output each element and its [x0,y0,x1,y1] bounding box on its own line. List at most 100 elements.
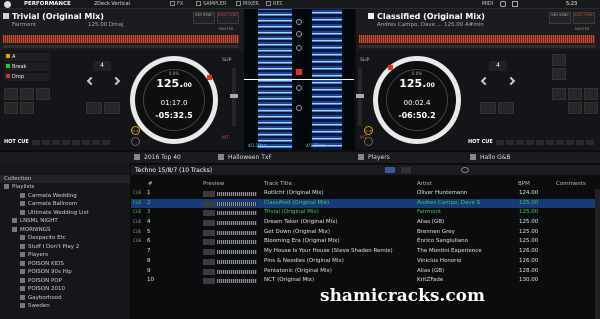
beat-jump-back-button[interactable] [4,102,18,114]
preview-waveform[interactable] [217,221,257,226]
loop-out-button[interactable] [568,88,582,100]
reloop-button[interactable] [584,88,598,100]
tree-item[interactable]: Gayborhood [0,294,130,303]
chevron-right-icon[interactable] [111,76,121,86]
grid-adjust-icon[interactable] [296,45,302,51]
table-row[interactable]: CUE 5 Get Down (Original Mix) Brennen Grey 1… [131,228,596,238]
master-tempo[interactable]: MT [222,136,229,141]
col-bpm[interactable]: BPM [518,181,530,187]
track-preview[interactable] [203,210,215,217]
col-num[interactable]: # [148,181,153,187]
tree-item[interactable]: POISON POP [0,277,130,286]
waveform-link-icon[interactable] [296,105,302,111]
scrollbar[interactable] [595,189,600,319]
loop-in-button[interactable] [4,88,18,100]
preview-waveform[interactable] [217,279,257,284]
hotcue-slot[interactable] [552,54,566,66]
col-title[interactable]: Track Title [264,181,292,187]
table-row[interactable]: CUE 1 Rotlicht (Original Mix) Oliver Huntem… [131,189,596,199]
tree-item[interactable]: POISON 2010 [0,285,130,294]
loop-in-button[interactable] [552,88,566,100]
tree-item[interactable]: MORNINGS [0,226,130,235]
sampler-checkbox[interactable]: SAMPLER [196,1,226,7]
hot-cue-pads[interactable] [496,140,596,145]
track-preview[interactable] [203,191,215,197]
deck-right-master[interactable]: MASTER [575,27,589,31]
tree-item[interactable]: Stuff I Don't Play 2 [0,243,130,252]
hot-cue-pads[interactable] [32,140,112,145]
settings-gear-icon[interactable] [500,1,506,7]
play-button[interactable] [131,137,140,146]
tree-item[interactable]: Sweden [0,302,130,311]
layout-selector[interactable]: 2Deck Vertical [94,1,130,7]
list-view-icon[interactable] [385,167,395,173]
cue-button[interactable]: CUE [131,126,140,135]
slip-button[interactable]: SLIP [222,58,231,63]
deck-right-overview-waveform[interactable] [359,35,595,43]
tempo-fader[interactable] [356,68,364,126]
hotcue-c[interactable]: Drop [4,73,50,81]
loop-size[interactable]: 4 [489,61,507,71]
preview-waveform[interactable] [217,230,257,235]
hotcue-slot[interactable] [552,68,566,80]
grid-icon[interactable] [512,1,518,7]
preview-waveform[interactable] [217,269,257,274]
deck-right-progress[interactable] [359,45,595,48]
deck-left-overview-waveform[interactable] [3,35,239,43]
search-icon[interactable] [461,167,469,173]
fx-checkbox[interactable]: FX [170,1,183,7]
table-row[interactable]: CUE 4 Dream Taker (Original Mix) Alias (GB)… [131,218,596,228]
track-preview[interactable] [203,268,215,275]
tree-item[interactable]: POISON KIDS [0,260,130,269]
tab-hallo-gb[interactable]: Hallo G&B [480,154,511,161]
slip-button[interactable]: SLIP [360,58,369,63]
table-row[interactable]: CUE 6 Blooming Era (Original Mix) Enrico Sa… [131,237,596,247]
track-preview[interactable] [203,229,215,236]
tab-players[interactable]: Players [368,154,390,161]
preview-waveform[interactable] [217,240,257,245]
jog-wheel[interactable]: 0.0% 125.00 01:17.0 -05:32.5 [130,56,218,144]
table-row[interactable]: CUE 2 Classified (Original Mix) Andres Camp… [131,198,596,209]
deck-left-master[interactable]: MASTER [219,27,233,31]
track-preview[interactable] [203,200,215,207]
table-row[interactable]: 7 My House Is Your House (Steve Shaden Re… [131,247,596,257]
table-row[interactable]: 10 NCT (Original Mix) KritZFade 130.00 [131,276,596,286]
preview-waveform[interactable] [217,211,257,216]
track-preview[interactable] [203,239,215,246]
chevron-left-icon[interactable] [86,76,96,86]
loop-double-button[interactable] [498,102,514,114]
table-row[interactable]: CUE 3 Trivial (Original Mix) Fairmont 125.00 [131,208,596,218]
detail-view-icon[interactable] [401,167,411,173]
tree-item[interactable]: Carmela Ballroom [0,200,130,209]
deck-right-beat-sync[interactable]: BEAT SYNC [573,12,595,24]
tempo-knob[interactable] [230,94,238,98]
beat-jump-fwd-button[interactable] [20,102,34,114]
reloop-button[interactable] [36,88,50,100]
tab-2016-top-40[interactable]: 2016 Top 40 [144,154,181,161]
mixer-checkbox[interactable]: MIXER [236,1,259,7]
track-preview[interactable] [203,278,215,285]
beat-jump-fwd-button[interactable] [584,102,598,114]
play-button[interactable] [364,137,373,146]
zoom-out-icon[interactable] [296,31,302,37]
preview-waveform[interactable] [217,259,257,264]
rec-checkbox[interactable]: REC [266,1,283,7]
track-preview[interactable] [203,249,215,256]
loop-double-button[interactable] [104,102,120,114]
chevron-right-icon[interactable] [506,76,516,86]
track-preview[interactable] [203,220,215,227]
deck-left-progress[interactable] [3,45,239,48]
cue-button[interactable]: CUE [364,126,373,135]
track-preview[interactable] [203,258,215,265]
vertical-waveform[interactable]: 4/1.1Bars 4/1.1Bars [244,9,354,150]
tree-playlists[interactable]: Playlists [0,183,130,192]
jog-wheel[interactable]: 0.0% 125.00 00:02.4 -06:50.2 [373,56,461,144]
hotcue-a[interactable]: A [4,53,50,61]
table-row[interactable]: 8 Pins & Needles (Original Mix) Vinicius H… [131,257,596,267]
mode-selector[interactable]: PERFORMANCE [24,1,71,7]
loop-out-button[interactable] [20,88,34,100]
tree-item[interactable]: Despacito Etc [0,234,130,243]
record-icon[interactable] [296,69,302,75]
waveform-settings-icon[interactable] [296,85,302,91]
tempo-knob[interactable] [356,94,364,98]
